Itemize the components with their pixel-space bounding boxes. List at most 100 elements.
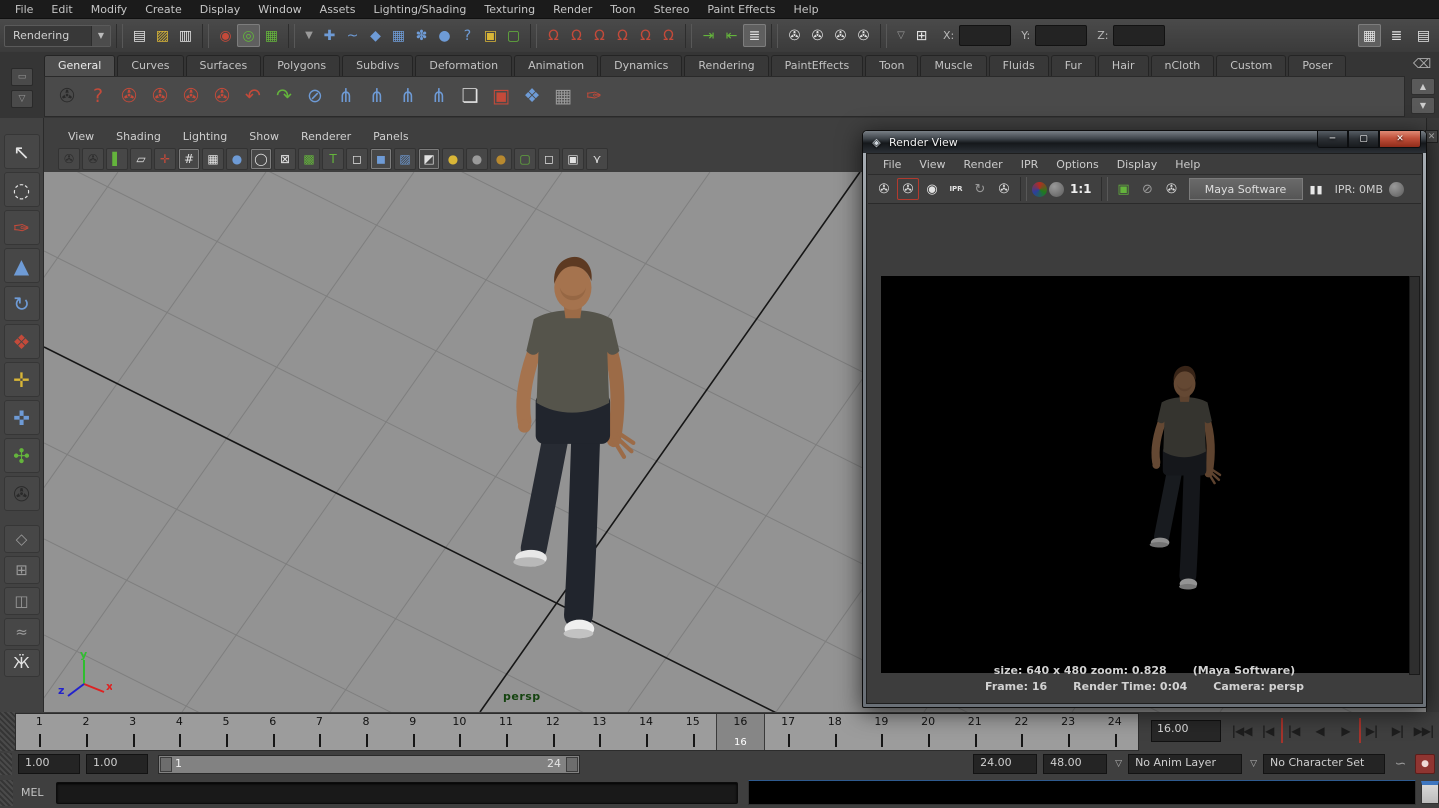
step-back-key-button[interactable]: |◀ [1281,718,1306,743]
tumble-view-icon[interactable]: ✇ [58,148,80,170]
ipr-render-icon[interactable]: ✇ [829,24,852,47]
redo-previous-render-icon[interactable]: ✇ [897,178,919,200]
paint-effects-brush-icon[interactable]: ✑ [580,83,608,111]
attribute-editor-toggle-icon[interactable]: ▦ [1358,24,1381,47]
timeline-grip[interactable] [0,712,15,751]
pan-zoom-tool-icon[interactable]: ✛ [154,148,176,170]
anim-layer-field[interactable]: No Anim Layer [1128,754,1242,774]
gate-mask-icon[interactable]: ⊠ [274,148,296,170]
z-coordinate-field[interactable] [1113,25,1165,46]
make-live-icon[interactable]: Ω [657,24,680,47]
range-end-handle[interactable] [566,757,578,772]
menu-item[interactable]: Edit [42,1,81,18]
animation-end-field[interactable]: 48.00 [1043,754,1107,774]
channel-box-toggle-icon[interactable]: ▤ [1412,24,1435,47]
render-icon[interactable]: ✇ [873,178,895,200]
frame-ruler[interactable]: 1 2 3 4 5 [15,713,1139,751]
panel-menu-item[interactable]: View [58,129,104,144]
menu-item[interactable]: Create [136,1,191,18]
image-plane-icon[interactable]: ▱ [130,148,152,170]
frame-cell[interactable]: 16 16 [716,714,765,750]
frame-cell[interactable]: 23 [1045,714,1092,750]
soft-modification-tool-icon[interactable]: ✜ [4,400,40,435]
delete-icon[interactable]: ⊘ [301,83,329,111]
shelf-tab[interactable]: Subdivs [342,55,413,76]
undo-icon[interactable]: ↶ [239,83,267,111]
select-by-hierarchy-icon[interactable]: ◉ [214,24,237,47]
bookmarks-icon[interactable]: ▌ [106,148,128,170]
shelf-tab[interactable]: Muscle [920,55,986,76]
ik-handle-tool-icon[interactable]: ⋔ [363,83,391,111]
highlight-select-icon[interactable]: ▢ [514,148,536,170]
safe-title-icon[interactable]: T [322,148,344,170]
save-image-icon[interactable]: ▣ [1113,178,1135,200]
chevron-down-icon[interactable]: ▽ [1250,759,1257,769]
step-forward-frame-button[interactable]: ▶| [1385,718,1410,743]
frame-cell[interactable]: 5 [203,714,250,750]
output-connections-icon[interactable]: ⇤ [720,24,743,47]
playblast-icon[interactable]: ✇ [53,83,81,111]
mask-rendering-icon[interactable]: ● [433,24,456,47]
range-start-handle[interactable] [160,757,172,772]
new-scene-icon[interactable]: ▤ [128,24,151,47]
rgb-channels-icon[interactable] [1032,182,1047,197]
mask-curves-icon[interactable]: ~ [341,24,364,47]
ik-spline-tool-icon[interactable]: ⋔ [394,83,422,111]
move-tool-icon[interactable]: ▲ [4,248,40,283]
menu-item[interactable]: Toon [601,1,644,18]
go-to-start-button[interactable]: |◀◀ [1229,718,1254,743]
snap-to-view-planes-icon[interactable]: Ω [634,24,657,47]
default-light-icon[interactable]: ● [442,148,464,170]
render-settings-icon[interactable]: ✇ [852,24,875,47]
frame-cell[interactable]: 21 [951,714,998,750]
panel-menu-item[interactable]: Show [239,129,289,144]
render-view-scrollbar[interactable] [1409,276,1420,675]
close-button[interactable]: ✕ [1379,131,1421,148]
mask-deformations-icon[interactable]: ▦ [387,24,410,47]
frame-cell[interactable]: 13 [576,714,623,750]
rangebar-grip[interactable] [0,753,12,775]
select-tool-icon[interactable]: ↖ [4,134,40,169]
input-connections-icon[interactable]: ⇥ [697,24,720,47]
grid-icon[interactable]: # [178,148,200,170]
shelf-tab[interactable]: Animation [514,55,598,76]
duplicate-icon[interactable]: ❖ [518,83,546,111]
frame-cell[interactable]: 3 [109,714,156,750]
shelf-tab[interactable]: Toon [865,55,918,76]
play-forwards-button[interactable]: ▶ [1333,718,1358,743]
graph-pane-layout-icon[interactable]: ≈ [4,618,40,646]
menu-item[interactable]: Stereo [645,1,699,18]
shelf-tab[interactable]: Rendering [684,55,768,76]
character-model[interactable] [478,250,664,660]
stop-ipr-icon[interactable] [1389,182,1404,197]
mask-dynamics-icon[interactable]: ✽ [410,24,433,47]
divider[interactable] [880,24,887,48]
construction-history-icon[interactable]: ≣ [743,24,766,47]
panel-menu-item[interactable]: Panels [363,129,418,144]
menu-item[interactable]: Texturing [475,1,544,18]
divider[interactable] [288,24,295,48]
redo-icon[interactable]: ↷ [270,83,298,111]
shaded-ball-icon[interactable]: ● [226,148,248,170]
render-view-menu-item[interactable]: View [910,156,954,173]
animation-start-field[interactable]: 1.00 [18,754,80,774]
remove-image-icon[interactable]: ⊘ [1137,178,1159,200]
menu-item[interactable]: Paint Effects [698,1,784,18]
render-view-menu-item[interactable]: Display [1108,156,1167,173]
shelf-arrow-icon[interactable]: ▽ [11,90,33,108]
divider[interactable] [202,24,209,48]
smooth-shade-mode-icon[interactable]: ◼ [370,148,392,170]
insert-joint-tool-icon[interactable]: ⋔ [425,83,453,111]
track-tool-icon[interactable]: ✇ [146,83,174,111]
input-field-filter-icon[interactable]: ▽ [892,24,910,47]
script-editor-icon[interactable] [1421,781,1439,804]
x-coordinate-field[interactable] [959,25,1011,46]
mel-label[interactable]: MEL [21,786,44,799]
menu-item[interactable]: Display [191,1,250,18]
frame-cell[interactable]: 1 [16,714,63,750]
paint-select-tool-icon[interactable]: ✑ [4,210,40,245]
frame-cell[interactable]: 19 [858,714,905,750]
render-view-menu-item[interactable]: Options [1047,156,1107,173]
snap-together-icon[interactable]: ▣ [487,83,515,111]
selection-mask-combo-icon[interactable]: ▼ [300,24,318,47]
